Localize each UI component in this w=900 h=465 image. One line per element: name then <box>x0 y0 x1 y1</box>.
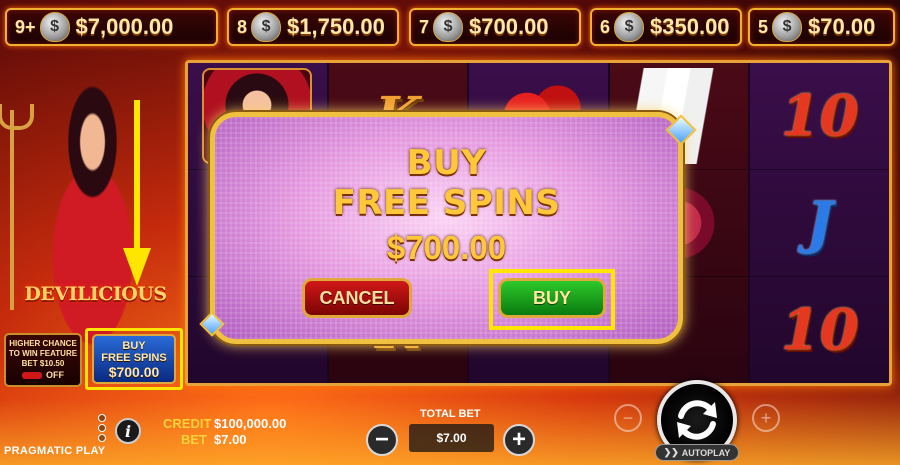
reel-cell: 10 <box>750 277 889 383</box>
feature-bet-line1: HIGHER CHANCE <box>9 339 77 348</box>
buy-button[interactable]: BUY <box>498 278 606 318</box>
toggle-icon <box>22 371 42 379</box>
jackpot-count: 9+ <box>15 16 36 37</box>
decrease-bet-button[interactable]: − <box>366 424 398 456</box>
money-bag-icon: $ <box>772 12 803 42</box>
feature-bet-line2: TO WIN FEATURE <box>8 349 78 358</box>
jackpot-8: 8 $ $1,750.00 <box>227 8 399 46</box>
pointer-arrow <box>134 100 140 250</box>
bfs-amount: $700.00 <box>108 364 160 380</box>
reel-5: 10 J 10 <box>750 63 889 383</box>
jackpot-9-plus: 9+ $ $7,000.00 <box>5 8 218 46</box>
feature-bet-line3: BET $10.50 <box>21 359 65 368</box>
ten-symbol: 10 <box>780 83 859 149</box>
bet-label: BET <box>181 432 207 447</box>
spin-decrease-icon: − <box>614 404 642 432</box>
devil-character-art <box>0 52 185 352</box>
bfs-line1: BUY <box>122 340 146 352</box>
credit-label: CREDIT <box>163 416 212 431</box>
provider-logo: PRAGMATIC PLAY <box>4 445 106 457</box>
info-icon[interactable]: i <box>115 418 141 444</box>
jackpot-count: 5 <box>758 16 769 37</box>
credit-value: $100,000.00 <box>214 416 287 431</box>
feature-bet-state: OFF <box>22 370 64 380</box>
spin-increase-icon: + <box>752 404 780 432</box>
buy-free-spins-dialog: BUY FREE SPINS $700.00 CANCEL BUY <box>199 112 697 344</box>
autoplay-button[interactable]: ❯❯ AUTOPLAY <box>655 444 739 461</box>
jackpot-amount: $7,000.00 <box>75 14 174 39</box>
money-bag-icon: $ <box>433 12 464 42</box>
increase-bet-button[interactable]: + <box>503 424 535 456</box>
jackpot-amount: $1,750.00 <box>287 14 385 39</box>
cancel-button[interactable]: CANCEL <box>302 278 412 318</box>
dialog-title-line1: BUY <box>406 143 487 183</box>
feature-bet-toggle[interactable]: HIGHER CHANCE TO WIN FEATURE BET $10.50 … <box>4 333 82 387</box>
dialog-title-line2: FREE SPINS <box>332 183 561 223</box>
feature-bet-state-label: OFF <box>46 370 64 380</box>
reel-cell: J <box>750 170 889 277</box>
pointer-arrow-head <box>123 248 151 286</box>
autoplay-label: AUTOPLAY <box>681 447 731 458</box>
trident-icon <box>0 104 34 310</box>
total-bet-label: TOTAL BET <box>420 408 481 420</box>
jackpot-count: 6 <box>600 16 611 37</box>
dialog-price: $700.00 <box>386 229 507 266</box>
reel-cell: 10 <box>750 63 889 170</box>
jackpot-count: 8 <box>237 16 248 37</box>
bet-value: $7.00 <box>214 432 247 447</box>
buy-free-spins-button[interactable]: BUY FREE SPINS $700.00 <box>92 334 176 384</box>
jackpot-6: 6 $ $350.00 <box>590 8 742 46</box>
ten-symbol: 10 <box>780 297 859 363</box>
spin-arrows-icon <box>677 400 717 440</box>
total-bet-value: $7.00 <box>409 424 494 452</box>
jackpot-amount: $70.00 <box>808 14 876 39</box>
money-bag-icon: $ <box>39 12 70 42</box>
buy-free-spins-highlight: BUY FREE SPINS $700.00 <box>85 328 183 390</box>
menu-icon[interactable] <box>96 412 108 444</box>
jackpot-count: 7 <box>419 16 430 37</box>
dialog-title: BUY FREE SPINS <box>215 143 678 223</box>
bfs-line2: FREE SPINS <box>101 352 167 364</box>
autoplay-icon: ❯❯ <box>663 447 679 457</box>
jackpot-amount: $700.00 <box>469 14 549 39</box>
money-bag-icon: $ <box>614 12 645 42</box>
money-bag-icon: $ <box>251 12 282 42</box>
jackpot-5: 5 $ $70.00 <box>748 8 895 46</box>
game-logo: DEVILICIOUS <box>24 283 167 305</box>
jack-symbol: J <box>806 190 833 256</box>
jackpot-7: 7 $ $700.00 <box>409 8 581 46</box>
jackpot-amount: $350.00 <box>650 14 730 39</box>
